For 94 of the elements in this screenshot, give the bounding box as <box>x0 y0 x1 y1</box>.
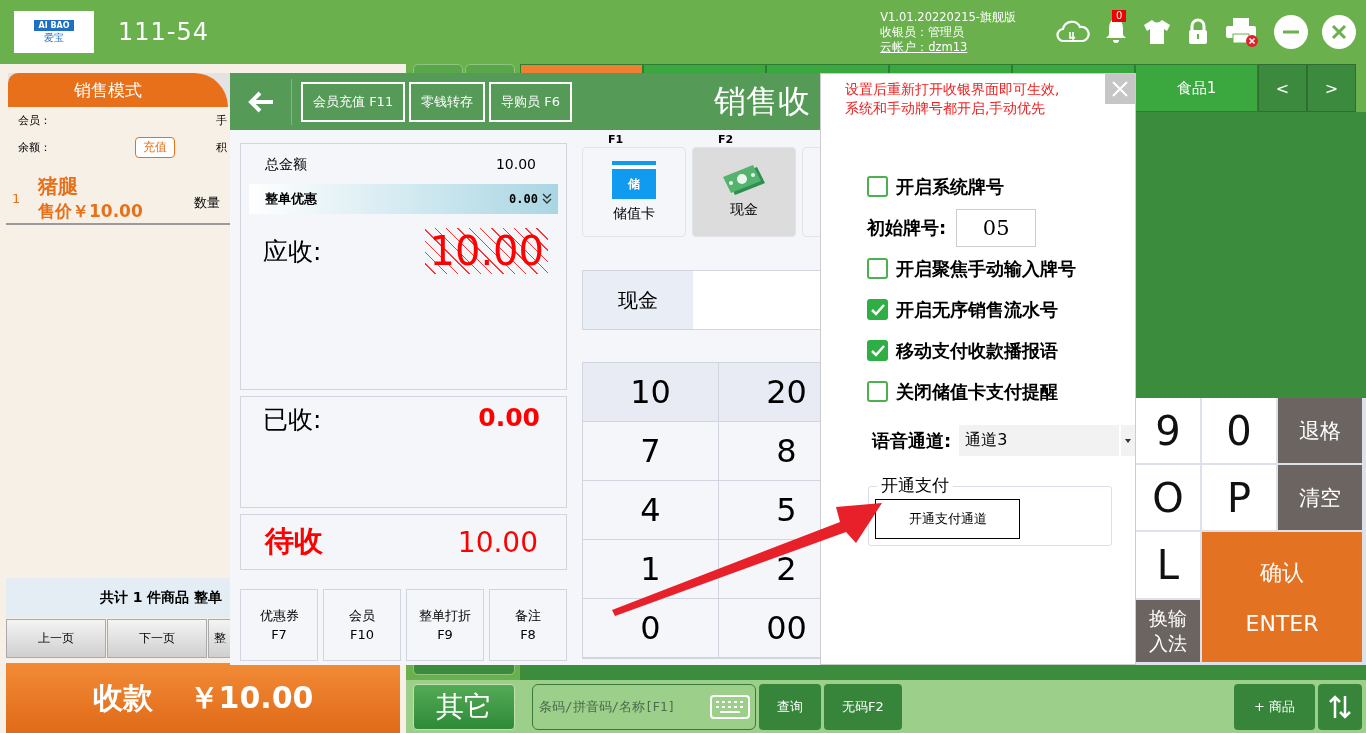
checkbox[interactable] <box>867 381 888 402</box>
search-field[interactable]: 条码/拼音码/名称[F1] <box>532 683 756 730</box>
field-label: 初始牌号: <box>867 215 947 240</box>
keyboard-key[interactable]: L <box>1136 532 1200 598</box>
open-payment-button[interactable]: 开通支付通道 <box>875 499 1020 539</box>
keyboard-key[interactable]: 清空 <box>1278 465 1362 530</box>
discount-bar[interactable]: 整单优惠 0.00 <box>249 184 558 214</box>
note-text: 系统和手动牌号都开启,手动优先 <box>845 99 1046 118</box>
query-button[interactable]: 查询 <box>759 683 821 730</box>
back-icon[interactable] <box>247 89 275 114</box>
note-text: 设置后重新打开收银界面即可生效, <box>845 80 1060 99</box>
keyboard-key[interactable]: 换输入法 <box>1136 600 1200 662</box>
number-field[interactable]: 05 <box>956 208 1037 247</box>
received-label: 已收: <box>263 404 322 436</box>
swap-button[interactable] <box>1318 683 1362 730</box>
shirt-icon[interactable] <box>1142 18 1172 46</box>
other-button[interactable]: 其它 <box>413 683 515 730</box>
option-label: 移动支付收款播报语 <box>896 338 1058 363</box>
shortcut-label: F2 <box>718 133 734 147</box>
version-text: V1.01.20220215-旗舰版 <box>880 9 1016 25</box>
item-name: 猪腿 <box>38 173 79 200</box>
item-index: 1 <box>12 190 22 206</box>
dropdown-icon <box>1125 438 1131 443</box>
pending-amount: 10.00 <box>457 525 538 559</box>
discount-amount: 0.00 <box>509 192 538 206</box>
checkbox[interactable] <box>867 299 888 320</box>
logo-text: 爱宝 <box>44 32 64 44</box>
points-label: 积 <box>216 140 227 155</box>
action-button[interactable]: 会员 F10 <box>323 589 401 661</box>
numpad-key[interactable]: 1 <box>583 540 719 599</box>
pager-button[interactable]: 上一页 <box>6 619 106 658</box>
tab-nav-button[interactable]: < <box>1258 64 1307 112</box>
store-code: 111-54 <box>118 18 209 46</box>
pending-label: 待收 <box>265 523 323 560</box>
numpad-key[interactable]: 7 <box>583 422 719 481</box>
payment-method[interactable]: 储 储值卡 <box>582 147 686 237</box>
checkbox[interactable] <box>867 176 888 197</box>
action-button[interactable]: 优惠券 F7 <box>240 589 318 661</box>
method-label: 储值卡 <box>613 205 655 223</box>
cash-label: 现金 <box>583 271 693 329</box>
phone-label: 手 <box>216 113 227 128</box>
shortcut-label: F1 <box>608 133 624 147</box>
option-label: 开启聚焦手动输入牌号 <box>896 256 1076 281</box>
group-legend: 开通支付 <box>877 474 953 496</box>
tab-nav-button[interactable]: > <box>1307 64 1356 112</box>
keyboard-icon[interactable] <box>710 694 750 719</box>
option-label: 关闭储值卡支付提醒 <box>896 379 1058 404</box>
keyboard-key[interactable]: P <box>1202 465 1276 530</box>
total-amount: 10.00 <box>495 156 536 174</box>
option-label: 开启系统牌号 <box>896 174 1004 199</box>
numpad-key[interactable]: 20 <box>719 363 820 422</box>
swap-icon <box>1328 693 1352 720</box>
cash-icon <box>721 165 767 195</box>
close-button[interactable] <box>1105 74 1135 104</box>
dialog-title: 销售收 <box>714 80 810 122</box>
numpad-key[interactable]: 0 <box>583 599 719 658</box>
member-label: 会员： <box>18 113 52 128</box>
no-code-button[interactable]: 无码F2 <box>824 683 902 730</box>
cashier-text: 收银员：管理员 <box>880 24 966 40</box>
numpad-key[interactable]: 4 <box>583 481 719 540</box>
cloud-icon[interactable] <box>1056 19 1090 45</box>
close-icon <box>1112 81 1128 97</box>
cash-input[interactable]: 现金 <box>582 270 820 330</box>
keyboard-key[interactable]: 0 <box>1202 398 1276 463</box>
summary-text: 共计 1 件商品 整单 <box>100 589 223 607</box>
balance-label: 余额： <box>18 140 52 155</box>
field-label: 语音通道: <box>872 428 952 453</box>
discount-label: 整单优惠 <box>265 190 318 208</box>
checkbox[interactable] <box>867 258 888 279</box>
minimize-icon[interactable] <box>1274 15 1308 49</box>
keyboard-key[interactable]: O <box>1136 465 1200 530</box>
add-goods-button[interactable]: + 商品 <box>1233 683 1315 730</box>
method-label: 现金 <box>730 201 758 219</box>
checkbox[interactable] <box>867 340 888 361</box>
received-amount: 0.00 <box>478 403 540 432</box>
close-icon[interactable] <box>1322 15 1356 49</box>
keyboard-key[interactable]: 9 <box>1136 398 1200 463</box>
total-label: 总金额 <box>265 156 307 174</box>
lock-icon[interactable] <box>1186 18 1210 46</box>
chevron-down-icon <box>542 193 552 205</box>
due-label: 应收: <box>263 235 322 268</box>
keyboard-key[interactable]: 退格 <box>1278 398 1362 463</box>
payment-method[interactable]: 现金 <box>692 147 796 237</box>
action-button[interactable]: 备注 F8 <box>489 589 567 661</box>
pager-button[interactable]: 下一页 <box>107 619 207 658</box>
notification-badge: 0 <box>1112 10 1127 22</box>
item-price: 售价￥10.00 <box>38 200 144 223</box>
channel-select[interactable]: 通道3 <box>959 425 1135 456</box>
numpad-key[interactable]: 10 <box>583 363 719 422</box>
quantity-label: 数量 <box>194 194 220 212</box>
option-label: 开启无序销售流水号 <box>896 297 1058 322</box>
action-button[interactable]: 整单打折 F9 <box>406 589 484 661</box>
printer-icon[interactable] <box>1224 16 1260 48</box>
logo-text: AI BAO <box>34 20 74 31</box>
